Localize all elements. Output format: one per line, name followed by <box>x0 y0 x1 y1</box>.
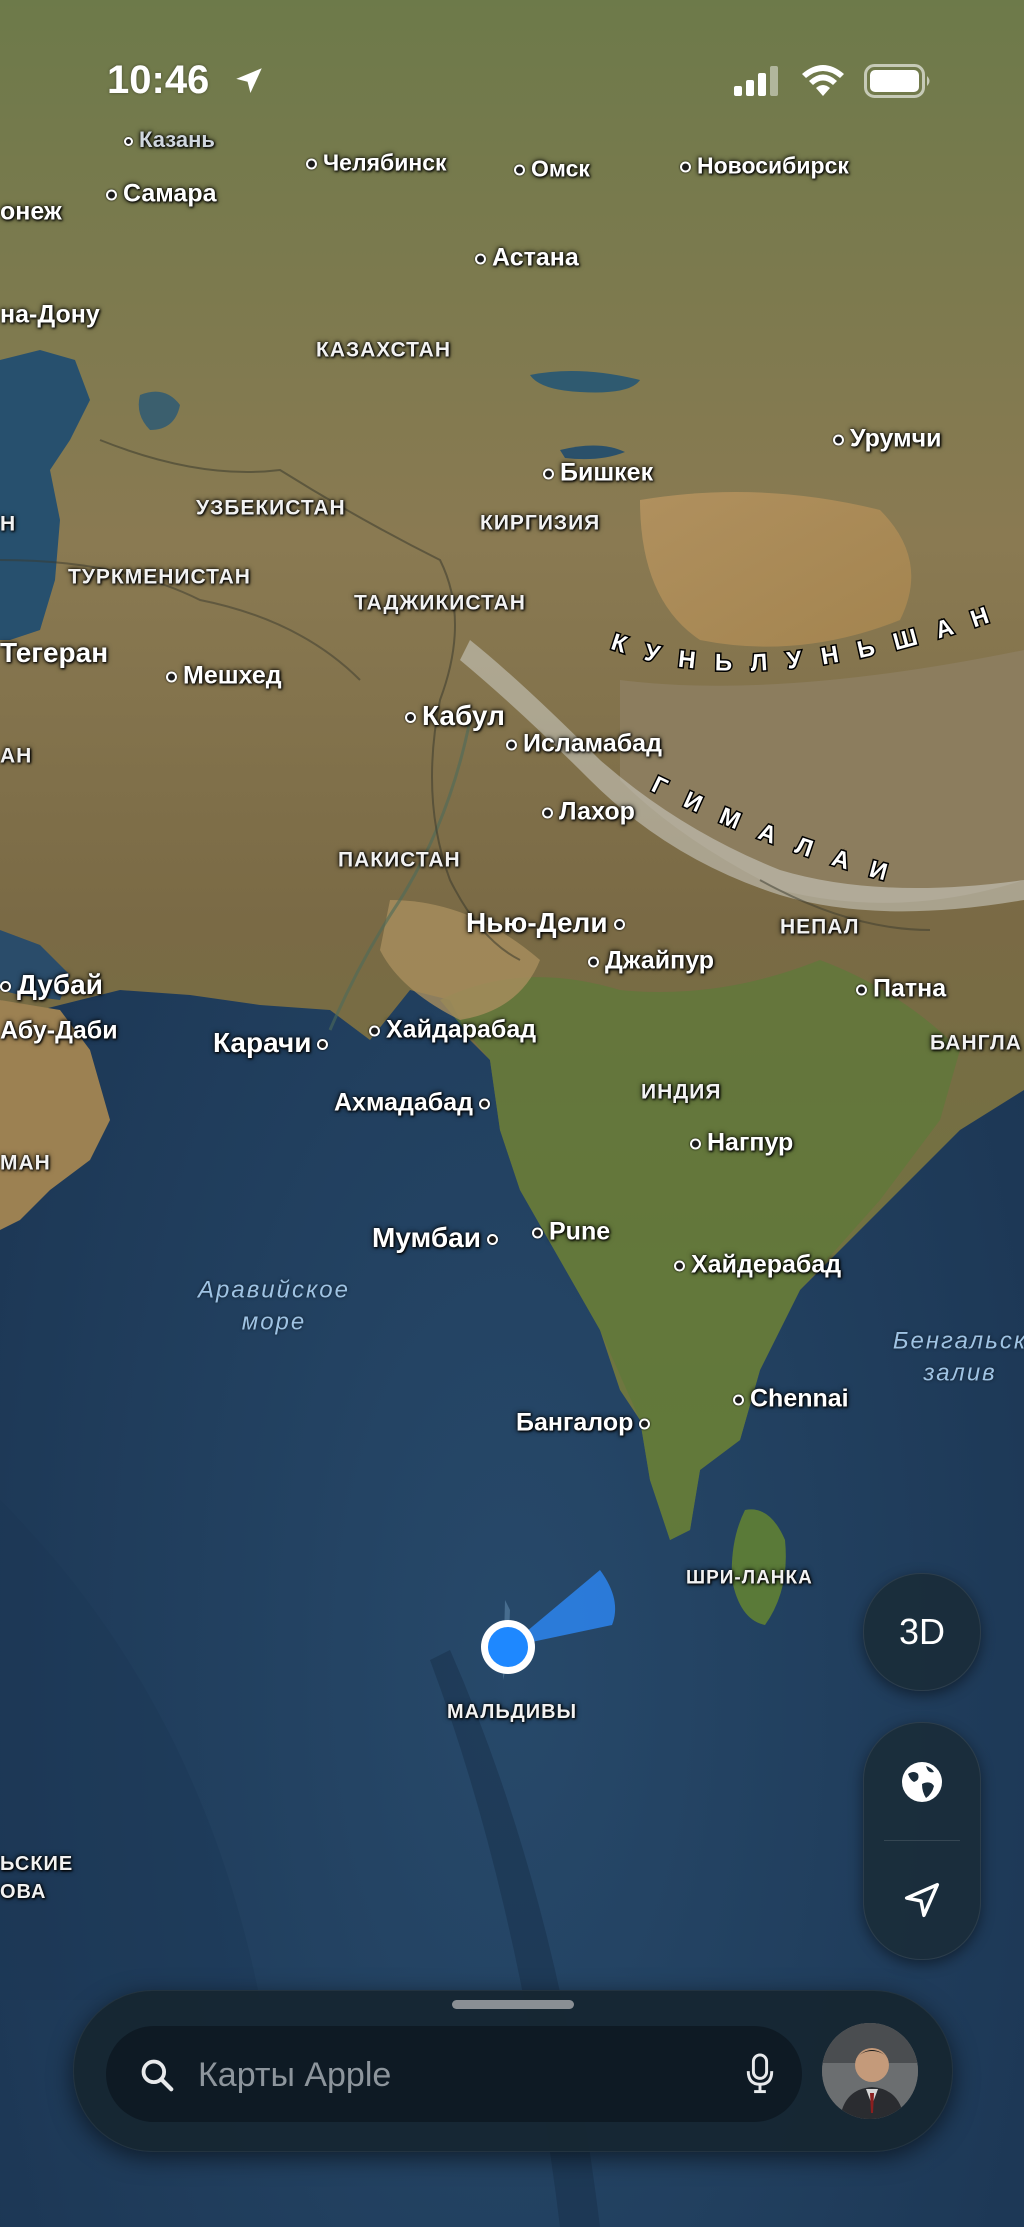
status-bar: 10:46 <box>0 0 1024 170</box>
map-controls-group <box>863 1722 981 1960</box>
mountain-kunlun[interactable]: КУНЬЛУНЬШАН <box>606 594 1011 678</box>
3d-view-button[interactable]: 3D <box>863 1573 981 1691</box>
sheet-grabber[interactable] <box>452 2000 574 2009</box>
cellular-signal-icon <box>734 66 778 96</box>
avatar[interactable] <box>822 2023 918 2119</box>
location-arrow-icon <box>904 1882 940 1918</box>
user-location-marker[interactable] <box>481 1620 535 1674</box>
search-input[interactable] <box>196 2026 700 2124</box>
location-services-icon <box>236 68 262 94</box>
search-bar[interactable] <box>106 2026 802 2124</box>
search-icon <box>141 2059 174 2092</box>
map-mode-button[interactable] <box>864 1723 980 1841</box>
microphone-icon[interactable] <box>742 2052 778 2096</box>
globe-icon <box>902 1762 942 1802</box>
search-sheet[interactable] <box>73 1990 953 2152</box>
battery-icon <box>864 64 930 98</box>
avatar-image <box>822 2023 918 2119</box>
current-location-button[interactable] <box>864 1841 980 1959</box>
status-time: 10:46 <box>107 58 210 102</box>
wifi-icon <box>802 65 844 96</box>
mountain-himalaya[interactable]: ГИМАЛАИ <box>646 770 911 894</box>
